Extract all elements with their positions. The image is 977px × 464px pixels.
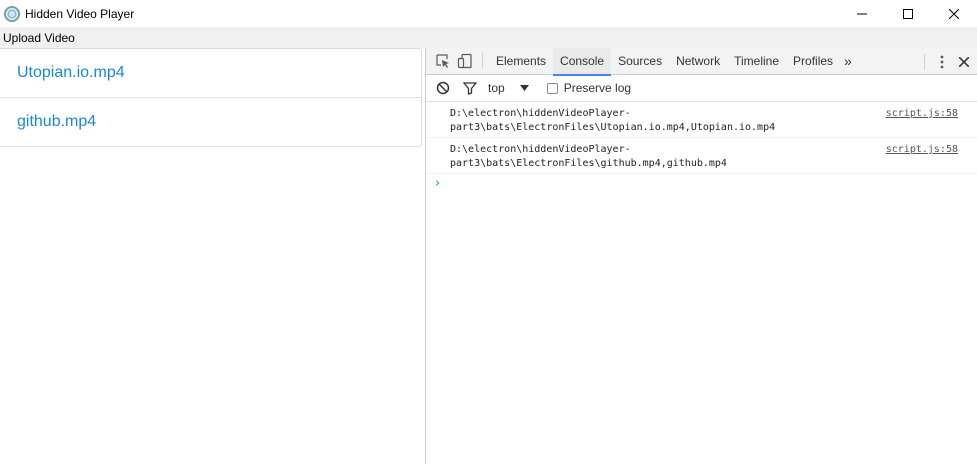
more-options-icon — [940, 55, 944, 68]
minimize-button[interactable] — [839, 0, 885, 27]
console-prompt[interactable]: › — [426, 174, 977, 194]
close-devtools-icon — [959, 56, 969, 67]
console-message: D:\electron\hiddenVideoPlayer- part3\bat… — [426, 138, 977, 174]
window-title: Hidden Video Player — [25, 6, 135, 21]
filter-button[interactable] — [459, 77, 481, 99]
tab-profiles[interactable]: Profiles — [786, 48, 840, 75]
console-message-line: part3\bats\ElectronFiles\github.mp4,gith… — [450, 158, 727, 169]
console-source-link[interactable]: script.js:58 — [886, 107, 958, 121]
console-message: D:\electron\hiddenVideoPlayer- part3\bat… — [426, 102, 977, 138]
preserve-log-checkbox[interactable] — [546, 82, 558, 94]
close-icon — [949, 8, 959, 19]
clear-console-button[interactable] — [432, 77, 454, 99]
inspect-element-button[interactable] — [432, 50, 454, 72]
window-titlebar: Hidden Video Player — [0, 0, 977, 27]
device-mode-icon — [457, 53, 472, 69]
toolbar-divider — [482, 53, 483, 69]
video-item[interactable]: github.mp4 — [0, 98, 421, 146]
preserve-log-label: Preserve log — [563, 81, 632, 95]
tab-sources[interactable]: Sources — [611, 48, 669, 75]
context-selector[interactable]: top — [488, 81, 505, 95]
close-button[interactable] — [931, 0, 977, 27]
tab-network[interactable]: Network — [669, 48, 727, 75]
video-list: Utopian.io.mp4 github.mp4 — [0, 48, 422, 147]
maximize-button[interactable] — [885, 0, 931, 27]
devtools-toolbar-right — [918, 48, 977, 75]
video-item[interactable]: Utopian.io.mp4 — [0, 49, 421, 98]
devtools-toolbar: Elements Console Sources Network Timelin… — [426, 47, 977, 76]
tab-console[interactable]: Console — [553, 47, 612, 76]
clear-console-icon — [436, 81, 450, 95]
menu-bar: Upload Video — [0, 27, 977, 48]
tab-elements[interactable]: Elements — [489, 48, 553, 75]
window-controls — [839, 0, 977, 27]
dropdown-arrow-icon[interactable] — [519, 84, 530, 92]
console-message-line: part3\bats\ElectronFiles\Utopian.io.mp4,… — [450, 122, 776, 133]
app-content: Utopian.io.mp4 github.mp4 — [0, 48, 425, 464]
console-filter-bar: top Preserve log — [426, 75, 977, 102]
device-mode-button[interactable] — [454, 50, 476, 72]
filter-icon — [463, 82, 477, 95]
close-devtools-button[interactable] — [953, 51, 975, 73]
more-tabs-button[interactable]: » — [840, 48, 856, 75]
upload-video-menu[interactable]: Upload Video — [0, 31, 78, 45]
devtools-panel: Elements Console Sources Network Timelin… — [425, 47, 977, 464]
minimize-icon — [857, 13, 867, 14]
maximize-icon — [903, 8, 913, 19]
tab-timeline[interactable]: Timeline — [727, 48, 786, 75]
inspect-element-icon — [436, 54, 449, 68]
toolbar-divider — [924, 53, 925, 70]
console-source-link[interactable]: script.js:58 — [886, 143, 958, 157]
more-options-button[interactable] — [931, 51, 953, 73]
app-icon — [4, 5, 20, 22]
